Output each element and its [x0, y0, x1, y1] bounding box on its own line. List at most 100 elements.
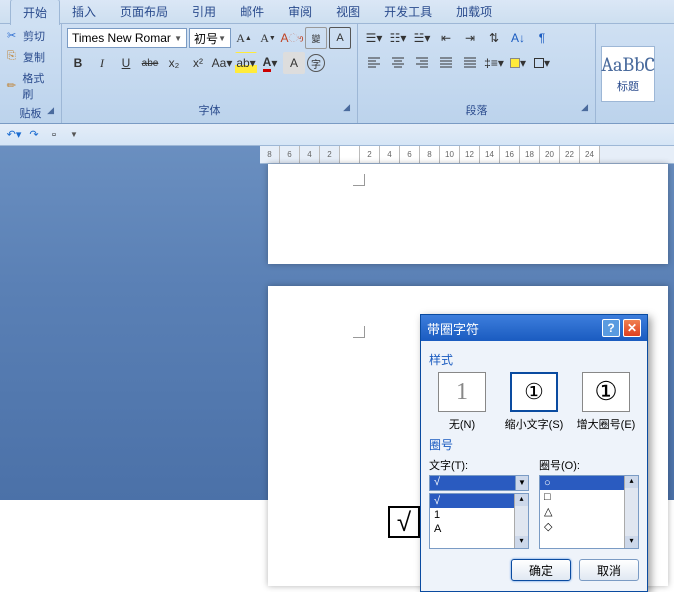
highlight-button[interactable]: ab▾ — [235, 52, 257, 74]
multilevel-button[interactable]: ☱▾ — [411, 27, 433, 49]
help-button[interactable]: ? — [602, 319, 620, 337]
tab-mail[interactable]: 邮件 — [228, 0, 276, 24]
bold-button[interactable]: B — [67, 52, 89, 74]
enclosure-section-label: 圈号 — [429, 436, 639, 453]
font-size-select[interactable]: 初号▼ — [189, 28, 231, 48]
change-case-button[interactable]: Aa▾ — [211, 52, 233, 74]
italic-button[interactable]: I — [91, 52, 113, 74]
group-font-title: 字体◢ — [67, 100, 352, 120]
tab-layout[interactable]: 页面布局 — [108, 0, 180, 24]
show-marks-button[interactable]: ¶ — [531, 27, 553, 49]
undo-button[interactable]: ↶▾ — [6, 127, 22, 143]
page-1[interactable] — [268, 164, 668, 264]
shading-button[interactable]: ▾ — [507, 52, 529, 74]
scissors-icon — [7, 29, 21, 43]
align-left-button[interactable] — [363, 52, 385, 74]
shrink-font-button[interactable]: A▼ — [257, 27, 279, 49]
text-combo[interactable]: √ ▼ — [429, 475, 529, 491]
list-item[interactable]: √ — [430, 494, 514, 508]
indent-dec-button[interactable]: ⇤ — [435, 27, 457, 49]
tab-view[interactable]: 视图 — [324, 0, 372, 24]
list-item[interactable]: □ — [540, 490, 624, 504]
align-center-button[interactable] — [387, 52, 409, 74]
char-shading-button[interactable]: A — [283, 52, 305, 74]
enclosed-checkmark[interactable]: √ — [388, 506, 420, 538]
brush-icon — [7, 79, 20, 93]
sort-button[interactable]: A↓ — [507, 27, 529, 49]
margin-corner-icon — [353, 326, 365, 338]
text-field-label: 文字(T): — [429, 457, 529, 473]
text-combo-input[interactable]: √ — [429, 475, 515, 491]
new-doc-button[interactable]: ▫ — [46, 127, 62, 143]
char-border-button[interactable]: A — [329, 27, 351, 49]
qat-more-button[interactable]: ▼ — [66, 127, 82, 143]
list-item[interactable]: 1 — [430, 508, 514, 522]
borders-button[interactable]: ▾ — [531, 52, 553, 74]
superscript-button[interactable]: x² — [187, 52, 209, 74]
enclosed-char-button[interactable]: 字 — [307, 54, 325, 72]
copy-icon — [7, 50, 21, 64]
ruler[interactable]: 8 6 4 2 2 4 6 8 10 12 14 16 18 20 22 24 — [260, 146, 674, 164]
list-item[interactable]: △ — [540, 504, 624, 519]
group-clipboard: 剪切 复制 格式刷 贴板◢ — [0, 24, 62, 123]
grow-font-button[interactable]: A▲ — [233, 27, 255, 49]
list-item[interactable]: ◇ — [540, 519, 624, 534]
list-item[interactable]: ○ — [540, 476, 624, 490]
sort-asc-button[interactable]: ⇅ — [483, 27, 505, 49]
ok-button[interactable]: 确定 — [511, 559, 571, 581]
group-clipboard-title: 贴板◢ — [5, 103, 56, 123]
cut-button[interactable]: 剪切 — [5, 27, 56, 45]
align-distrib-button[interactable] — [459, 52, 481, 74]
numbering-button[interactable]: ☷▾ — [387, 27, 409, 49]
ribbon: 剪切 复制 格式刷 贴板◢ Times New Romar▼ 初号▼ A▲ A▼… — [0, 24, 674, 124]
style-enlarge-label: 增大圈号(E) — [573, 416, 639, 432]
font-launcher-icon[interactable]: ◢ — [343, 102, 350, 113]
font-color-button[interactable]: A▾ — [259, 52, 281, 74]
tab-review[interactable]: 审阅 — [276, 0, 324, 24]
bullets-button[interactable]: ☰▾ — [363, 27, 385, 49]
clipboard-launcher-icon[interactable]: ◢ — [47, 105, 54, 116]
indent-inc-button[interactable]: ⇥ — [459, 27, 481, 49]
list-item[interactable]: A — [430, 522, 514, 536]
copy-label: 复制 — [23, 49, 45, 65]
scrollbar[interactable]: ▴▾ — [624, 476, 638, 548]
group-paragraph: ☰▾ ☷▾ ☱▾ ⇤ ⇥ ⇅ A↓ ¶ ‡≡▾ ▾ ▾ 段落◢ — [358, 24, 596, 123]
font-family-select[interactable]: Times New Romar▼ — [67, 28, 187, 48]
style-none-glyph: 1 — [438, 372, 486, 412]
group-font: Times New Romar▼ 初号▼ A▲ A▼ Aෟ 變 A B I U … — [62, 24, 358, 123]
line-spacing-button[interactable]: ‡≡▾ — [483, 52, 505, 74]
cut-label: 剪切 — [23, 28, 45, 44]
enclosure-field-label: 圈号(O): — [539, 457, 639, 473]
align-justify-button[interactable] — [435, 52, 457, 74]
dialog-titlebar[interactable]: 带圈字符 ? ✕ — [421, 315, 647, 341]
chevron-down-icon[interactable]: ▼ — [515, 475, 529, 491]
tab-addins[interactable]: 加载项 — [444, 0, 504, 24]
style-shrink-glyph: ① — [510, 372, 558, 412]
underline-button[interactable]: U — [115, 52, 137, 74]
phonetic-button[interactable]: 變 — [305, 27, 327, 49]
close-button[interactable]: ✕ — [623, 319, 641, 337]
copy-button[interactable]: 复制 — [5, 48, 56, 66]
style-shrink[interactable]: ① 缩小文字(S) — [501, 372, 567, 432]
scrollbar[interactable]: ▴▾ — [514, 494, 528, 548]
strike-button[interactable]: abe — [139, 52, 161, 74]
para-launcher-icon[interactable]: ◢ — [581, 102, 588, 113]
redo-button[interactable]: ↷ — [26, 127, 42, 143]
style-heading[interactable]: AaBbC 标题 — [601, 46, 655, 102]
style-enlarge[interactable]: ① 增大圈号(E) — [573, 372, 639, 432]
enclosure-listbox[interactable]: ○ □ △ ◇ ▴▾ — [539, 475, 639, 549]
subscript-button[interactable]: x₂ — [163, 52, 185, 74]
tab-home[interactable]: 开始 — [10, 0, 60, 25]
cancel-button[interactable]: 取消 — [579, 559, 639, 581]
tab-dev[interactable]: 开发工具 — [372, 0, 444, 24]
group-styles: AaBbC 标题 — [596, 24, 674, 123]
style-none[interactable]: 1 无(N) — [429, 372, 495, 432]
quick-access-toolbar: ↶▾ ↷ ▫ ▼ — [0, 124, 674, 146]
tab-insert[interactable]: 插入 — [60, 0, 108, 24]
enclosed-char-dialog: 带圈字符 ? ✕ 样式 1 无(N) ① 缩小文字(S) ① 增大圈号(E) — [420, 314, 648, 592]
tab-ref[interactable]: 引用 — [180, 0, 228, 24]
text-listbox[interactable]: √ 1 A ▴▾ — [429, 493, 529, 549]
clear-format-button[interactable]: Aෟ — [281, 27, 303, 49]
align-right-button[interactable] — [411, 52, 433, 74]
format-painter-button[interactable]: 格式刷 — [5, 69, 56, 103]
